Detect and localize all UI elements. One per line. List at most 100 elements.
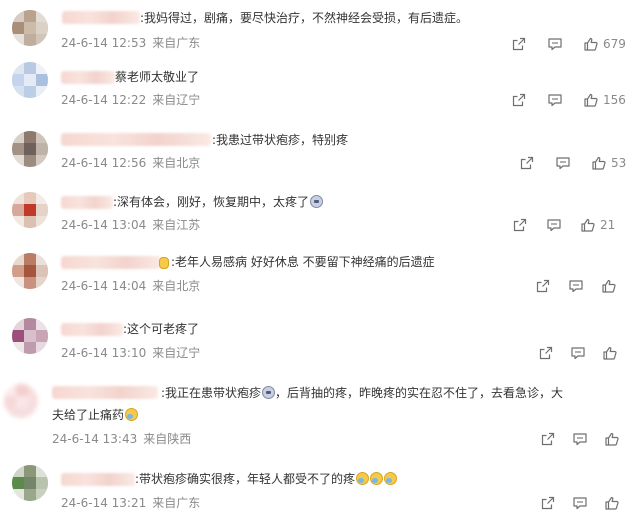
comment-time: 24-6-14 12:22: [61, 93, 147, 107]
comment-item: :我患过带状疱疹，特别疼 24-6-14 12:56 来自北京 53: [0, 128, 635, 190]
comment-text: :我患过带状疱疹，特别疼: [212, 133, 349, 147]
comment-text: :深有体会，刚好，恢复期中，太疼了: [113, 194, 324, 210]
comment-icon[interactable]: [546, 217, 562, 233]
comment-item: :我妈得过，剧痛，要尽快治疗，不然神经会受损，有后遗症。 24-6-14 12:…: [0, 0, 635, 64]
comment-location: 来自辽宁: [152, 93, 201, 107]
avatar[interactable]: [12, 192, 48, 228]
share-icon[interactable]: [540, 431, 556, 447]
comment-time: 24-6-14 13:43: [52, 432, 138, 446]
thumbs-up-icon[interactable]: [604, 495, 620, 511]
comment-icon[interactable]: [555, 155, 571, 171]
comment-time: 24-6-14 14:04: [61, 279, 147, 293]
comment-text: 蔡老师太敬业了: [115, 70, 200, 84]
comment-icon[interactable]: [570, 345, 586, 361]
comment-location: 来自北京: [152, 156, 201, 170]
comment-actions: 21: [512, 216, 615, 234]
comment-location: 来自广东: [152, 36, 201, 50]
comment-time: 24-6-14 12:53: [61, 36, 147, 50]
comment-location: 来自广东: [152, 496, 201, 510]
share-icon[interactable]: [511, 92, 527, 108]
comment-meta: 24-6-14 13:04 来自江苏: [61, 218, 206, 232]
share-icon[interactable]: [540, 495, 556, 511]
comment-actions: [538, 344, 622, 362]
like-count: 21: [600, 218, 616, 232]
avatar[interactable]: [12, 10, 48, 46]
thumbs-up-icon[interactable]: [580, 217, 596, 233]
comment-item: :我正在患带状疱疹 ，后背抽的疼，昨晚疼的实在忍不住了，去看急诊，大 夫给了止痛药…: [0, 376, 635, 456]
comment-icon[interactable]: [568, 278, 584, 294]
comment-text: :带状疱疹确实很疼，年轻人都受不了的疼: [135, 471, 398, 487]
sweat-emoji-icon: [356, 472, 370, 485]
comment-meta: 24-6-14 12:22 来自辽宁: [61, 93, 206, 107]
like-count: 679: [603, 37, 626, 51]
comment-meta: 24-6-14 14:04 来自北京: [61, 279, 206, 293]
avatar[interactable]: [12, 253, 48, 289]
comment-meta: 24-6-14 12:56 来自北京: [61, 156, 206, 170]
username-blurred[interactable]: [62, 11, 140, 24]
avatar[interactable]: [12, 62, 48, 98]
crying-emoji-icon: [310, 195, 324, 208]
thumbs-up-icon[interactable]: [591, 155, 607, 171]
comment-actions: [540, 494, 624, 512]
comment-actions: 156: [511, 91, 626, 109]
comment-icon[interactable]: [547, 36, 563, 52]
avatar[interactable]: [4, 384, 38, 418]
comment-text-line: 夫给了止痛药: [52, 407, 139, 423]
username-blurred[interactable]: [61, 196, 113, 209]
share-icon[interactable]: [511, 36, 527, 52]
comment-icon[interactable]: [572, 495, 588, 511]
thumbs-up-icon[interactable]: [583, 92, 599, 108]
comment-actions: 679: [511, 35, 626, 53]
sweat-emoji-icon: [384, 472, 398, 485]
share-icon[interactable]: [538, 345, 554, 361]
crying-emoji-icon: [262, 386, 276, 399]
share-icon[interactable]: [519, 155, 535, 171]
hand-emoji-icon: [159, 257, 169, 269]
comment-meta: 24-6-14 13:10 来自辽宁: [61, 346, 206, 360]
avatar[interactable]: [12, 465, 48, 501]
comment-text: :老年人易感病 好好休息 不要留下神经痛的后遗症: [171, 255, 435, 269]
comment-item: 蔡老师太敬业了 24-6-14 12:22 来自辽宁 156: [0, 62, 635, 128]
thumbs-up-icon[interactable]: [583, 36, 599, 52]
comment-item: :深有体会，刚好，恢复期中，太疼了 24-6-14 13:04 来自江苏 21: [0, 190, 635, 250]
comment-location: 来自北京: [152, 279, 201, 293]
share-icon[interactable]: [512, 217, 528, 233]
comment-location: 来自江苏: [152, 218, 201, 232]
avatar[interactable]: [12, 131, 48, 167]
comment-meta: 24-6-14 12:53 来自广东: [61, 36, 206, 50]
comment-item: :老年人易感病 好好休息 不要留下神经痛的后遗症 24-6-14 14:04 来自…: [0, 250, 635, 312]
username-blurred[interactable]: [61, 256, 161, 269]
comment-time: 24-6-14 12:56: [61, 156, 147, 170]
comment-time: 24-6-14 13:21: [61, 496, 147, 510]
sweat-emoji-icon: [370, 472, 384, 485]
comment-time: 24-6-14 13:10: [61, 346, 147, 360]
comment-item: :这个可老疼了 24-6-14 13:10 来自辽宁: [0, 312, 635, 376]
share-icon[interactable]: [535, 278, 551, 294]
comment-meta: 24-6-14 13:43 来自陕西: [52, 432, 197, 446]
thumbs-up-icon[interactable]: [604, 431, 620, 447]
comment-icon[interactable]: [547, 92, 563, 108]
username-blurred[interactable]: [61, 133, 211, 146]
comment-text: :我妈得过，剧痛，要尽快治疗，不然神经会受损，有后遗症。: [140, 11, 469, 25]
like-count: 156: [603, 93, 626, 107]
comment-text: :我正在患带状疱疹 ，后背抽的疼，昨晚疼的实在忍不住了，去看急诊，大: [161, 386, 564, 400]
username-blurred[interactable]: [61, 323, 123, 336]
comment-actions: [540, 430, 624, 448]
thumbs-up-icon[interactable]: [602, 345, 618, 361]
comment-item: :带状疱疹确实很疼，年轻人都受不了的疼 24-6-14 13:21 来自广东: [0, 456, 635, 527]
username-blurred[interactable]: [61, 71, 115, 84]
comment-meta: 24-6-14 13:21 来自广东: [61, 496, 206, 510]
sweat-emoji-icon: [125, 408, 139, 421]
like-count: 53: [611, 156, 627, 170]
avatar[interactable]: [12, 318, 48, 354]
comment-actions: 53: [519, 154, 626, 172]
comment-location: 来自辽宁: [152, 346, 201, 360]
comment-text: :这个可老疼了: [123, 322, 200, 336]
thumbs-up-icon[interactable]: [601, 278, 617, 294]
comment-time: 24-6-14 13:04: [61, 218, 147, 232]
comment-icon[interactable]: [572, 431, 588, 447]
comment-actions: [535, 277, 621, 295]
comment-location: 来自陕西: [143, 432, 192, 446]
username-blurred[interactable]: [61, 473, 135, 486]
username-blurred[interactable]: [52, 386, 158, 399]
